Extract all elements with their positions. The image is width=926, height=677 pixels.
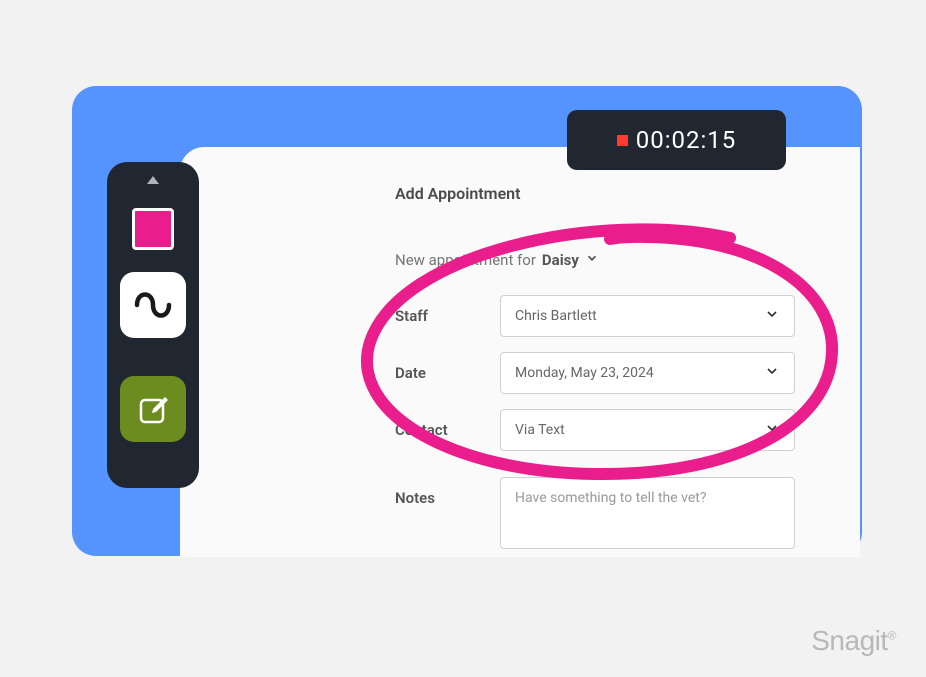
staff-value: Chris Bartlett [515,308,597,324]
shape-tool-button[interactable] [120,196,186,262]
chevron-down-icon [585,251,599,269]
recording-indicator: 00:02:15 [567,110,786,170]
tool-palette [107,162,199,488]
date-dropdown[interactable]: Monday, May 23, 2024 [500,352,795,394]
appointment-for-row[interactable]: New appointment for Daisy [395,251,599,269]
contact-row: Contact Via Text [395,409,795,451]
snagit-watermark: Snagit® [811,625,896,657]
edit-tool-button[interactable] [120,376,186,442]
edit-icon [135,391,171,427]
notes-placeholder: Have something to tell the vet? [515,490,706,506]
wave-tool-button[interactable] [120,272,186,338]
record-icon [617,135,628,146]
chevron-down-icon [764,306,780,326]
chevron-down-icon [764,363,780,383]
contact-value: Via Text [515,422,565,438]
date-row: Date Monday, May 23, 2024 [395,352,795,394]
date-value: Monday, May 23, 2024 [515,365,654,381]
collapse-arrow-icon[interactable] [145,174,161,186]
form-title: Add Appointment [395,184,521,203]
staff-dropdown[interactable]: Chris Bartlett [500,295,795,337]
staff-label: Staff [395,307,500,325]
appointment-form-panel: Add Appointment New appointment for Dais… [180,147,860,557]
notes-label: Notes [395,477,500,507]
registered-mark-icon: ® [888,629,896,643]
wave-icon [131,283,175,327]
chevron-down-icon [764,420,780,440]
subtitle-prefix: New appointment for [395,251,536,269]
date-label: Date [395,364,500,382]
square-shape-icon [132,208,174,250]
notes-textarea[interactable]: Have something to tell the vet? [500,477,795,549]
subtitle-pet-name: Daisy [542,251,579,269]
contact-label: Contact [395,421,500,439]
contact-dropdown[interactable]: Via Text [500,409,795,451]
notes-row: Notes Have something to tell the vet? [395,477,795,549]
recording-time: 00:02:15 [636,126,737,154]
staff-row: Staff Chris Bartlett [395,295,795,337]
